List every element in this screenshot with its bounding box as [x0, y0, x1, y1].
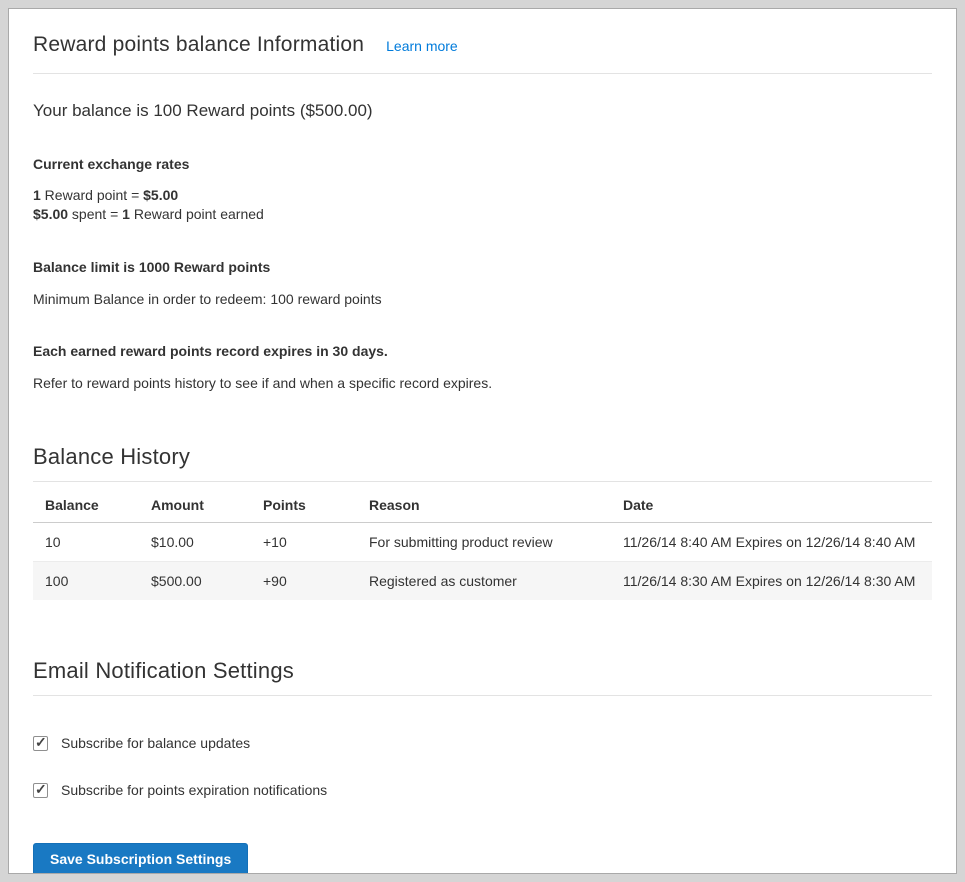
page-title: Reward points balance Information	[33, 33, 364, 57]
cell-balance: 100	[33, 562, 139, 601]
column-header-date: Date	[611, 482, 932, 523]
subscribe-balance-label: Subscribe for balance updates	[61, 735, 250, 751]
email-settings-divider	[33, 695, 932, 696]
exchange-rate-earn: 1 Reward point = $5.00	[33, 186, 932, 205]
rate-spend-suffix: Reward point earned	[130, 206, 264, 222]
rate-earn-text: Reward point =	[41, 187, 143, 203]
cell-points: +10	[251, 523, 357, 562]
exchange-rates-heading: Current exchange rates	[33, 155, 932, 173]
balance-summary: Your balance is 100 Reward points ($500.…	[33, 101, 932, 121]
table-row: 100 $500.00 +90 Registered as customer 1…	[33, 562, 932, 601]
exchange-rates-block: Current exchange rates 1 Reward point = …	[33, 155, 932, 224]
column-header-points: Points	[251, 482, 357, 523]
page-background: Reward points balance Information Learn …	[0, 0, 965, 882]
rate-spend-text: spent =	[68, 206, 122, 222]
subscribe-expiration-option: Subscribe for points expiration notifica…	[33, 782, 932, 798]
subscribe-balance-option: Subscribe for balance updates	[33, 735, 932, 751]
rate-earn-points: 1	[33, 187, 41, 203]
cell-balance: 10	[33, 523, 139, 562]
balance-history-table: Balance Amount Points Reason Date 10 $10…	[33, 482, 932, 600]
table-row: 10 $10.00 +10 For submitting product rev…	[33, 523, 932, 562]
email-settings-title: Email Notification Settings	[33, 658, 932, 684]
subscribe-expiration-label: Subscribe for points expiration notifica…	[61, 782, 327, 798]
minimum-balance-text: Minimum Balance in order to redeem: 100 …	[33, 290, 932, 308]
rate-earn-value: $5.00	[143, 187, 178, 203]
column-header-balance: Balance	[33, 482, 139, 523]
cell-amount: $10.00	[139, 523, 251, 562]
column-header-reason: Reason	[357, 482, 611, 523]
cell-date: 11/26/14 8:30 AM Expires on 12/26/14 8:3…	[611, 562, 932, 601]
email-notification-section: Email Notification Settings Subscribe fo…	[33, 658, 932, 874]
header-divider	[33, 73, 932, 74]
expiration-heading: Each earned reward points record expires…	[33, 342, 932, 360]
rate-spend-value: $5.00	[33, 206, 68, 222]
balance-limit-block: Balance limit is 1000 Reward points Mini…	[33, 258, 932, 308]
table-header-row: Balance Amount Points Reason Date	[33, 482, 932, 523]
cell-reason: For submitting product review	[357, 523, 611, 562]
cell-amount: $500.00	[139, 562, 251, 601]
content-card: Reward points balance Information Learn …	[8, 8, 957, 874]
column-header-amount: Amount	[139, 482, 251, 523]
page-header: Reward points balance Information Learn …	[33, 33, 932, 57]
cell-date: 11/26/14 8:40 AM Expires on 12/26/14 8:4…	[611, 523, 932, 562]
balance-limit-text: Balance limit is 1000 Reward points	[33, 258, 932, 276]
subscribe-expiration-checkbox[interactable]	[33, 783, 48, 798]
expiration-block: Each earned reward points record expires…	[33, 342, 932, 392]
save-subscription-settings-button[interactable]: Save Subscription Settings	[33, 843, 248, 874]
learn-more-link[interactable]: Learn more	[386, 38, 458, 54]
cell-points: +90	[251, 562, 357, 601]
subscribe-balance-checkbox[interactable]	[33, 736, 48, 751]
exchange-rate-spend: $5.00 spent = 1 Reward point earned	[33, 205, 932, 224]
cell-reason: Registered as customer	[357, 562, 611, 601]
exchange-rates-lines: 1 Reward point = $5.00 $5.00 spent = 1 R…	[33, 186, 932, 224]
expiration-note: Refer to reward points history to see if…	[33, 374, 932, 392]
rate-spend-points: 1	[122, 206, 130, 222]
balance-history-title: Balance History	[33, 444, 932, 470]
